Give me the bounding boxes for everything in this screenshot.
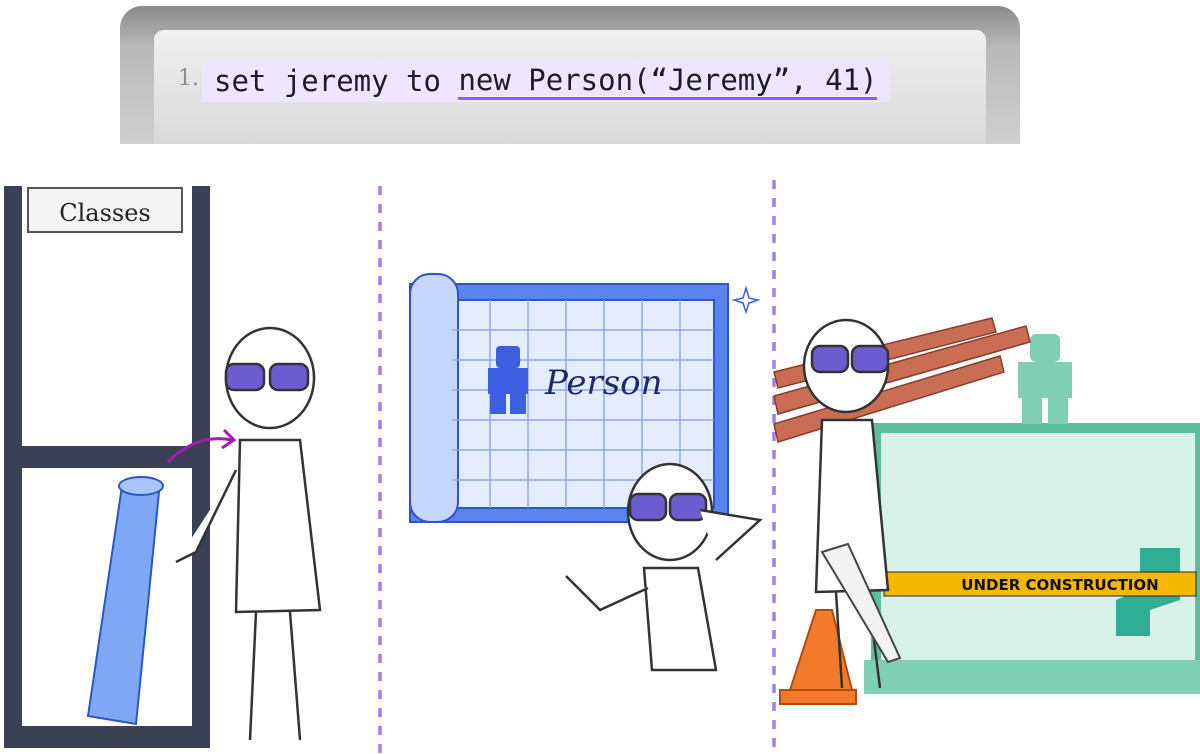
classes-shelf: Classes <box>4 186 210 748</box>
shelf-board-bottom <box>4 726 210 748</box>
under-construction-tape: UNDER CONSTRUCTION <box>883 571 1197 597</box>
blueprint-label: Person <box>544 363 663 403</box>
rolled-blueprint-icon <box>86 480 162 726</box>
tape-label: UNDER CONSTRUCTION <box>961 576 1158 594</box>
illustration-scene: Classes Person UNDER CONSTRUCTION <box>4 180 1200 754</box>
shelf-board-middle <box>4 446 210 468</box>
traffic-cone-icon <box>788 609 854 691</box>
person-figure-icon-green <box>1018 334 1072 424</box>
sparkle-icon <box>731 285 761 315</box>
shelf-sign-label: Classes <box>59 199 151 227</box>
